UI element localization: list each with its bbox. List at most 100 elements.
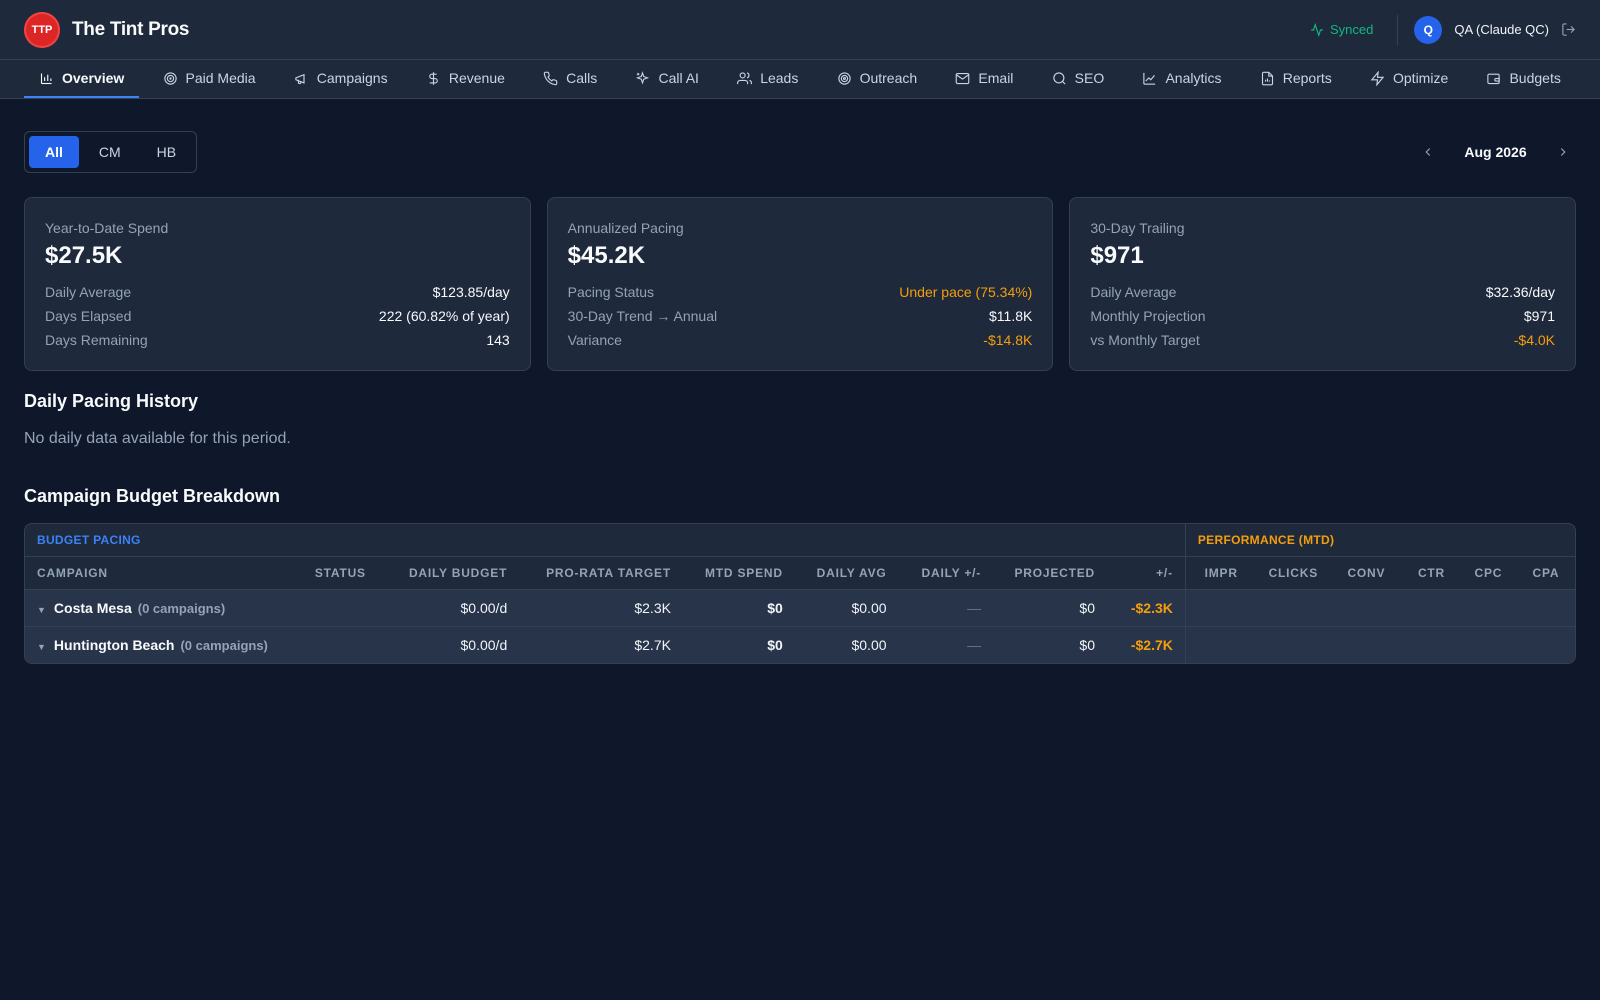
users-icon	[737, 71, 753, 84]
tab-outreach[interactable]: Outreach	[822, 60, 933, 98]
row-value: $971	[1523, 308, 1556, 324]
col-mtd-spend[interactable]: MTD SPEND	[682, 556, 795, 590]
col-diff[interactable]: +/-	[1107, 556, 1186, 590]
tab-email[interactable]: Email	[940, 60, 1028, 98]
tab-label: Overview	[62, 70, 125, 86]
col-cpa[interactable]: CPA	[1516, 556, 1575, 590]
col-projected[interactable]: PROJECTED	[993, 556, 1107, 590]
current-month: Aug 2026	[1464, 144, 1527, 160]
budget-breakdown-table: BUDGET PACING PERFORMANCE (MTD) CAMPAIGN…	[24, 523, 1576, 664]
next-month-button[interactable]	[1556, 145, 1570, 159]
expand-caret-icon[interactable]: ▼	[37, 605, 46, 615]
card-row: Pacing Status Under pace (75.34%)	[568, 280, 1033, 304]
user-menu[interactable]: Q QA (Claude QC)	[1398, 15, 1576, 44]
tab-leads[interactable]: Leads	[722, 60, 813, 98]
search-icon	[1052, 71, 1066, 85]
tab-label: Calls	[566, 70, 598, 86]
row-value: 222 (60.82% of year)	[378, 308, 510, 324]
brand-logo[interactable]: TTP	[24, 11, 60, 48]
chevron-left-icon	[1425, 148, 1431, 156]
tab-revenue[interactable]: Revenue	[411, 60, 520, 98]
col-cpc[interactable]: CPC	[1459, 556, 1517, 590]
mail-icon	[956, 72, 970, 84]
row-label: Days Elapsed	[45, 308, 132, 324]
trailing-30-day-card: 30-Day Trailing $971 Daily Average $32.36…	[1069, 197, 1577, 371]
ctr-cell	[1403, 626, 1460, 663]
col-ctr[interactable]: CTR	[1403, 556, 1460, 590]
campaign-cell[interactable]: ▼ Costa Mesa (0 campaigns)	[25, 589, 295, 627]
impr-cell	[1184, 626, 1257, 663]
line-chart-icon	[1143, 72, 1156, 85]
card-row: Variance -$14.8K	[568, 328, 1033, 352]
tab-label: Analytics	[1165, 70, 1222, 86]
tab-campaigns[interactable]: Campaigns	[279, 60, 403, 98]
col-daily-avg[interactable]: DAILY AVG	[794, 556, 899, 590]
tab-analytics[interactable]: Analytics	[1127, 60, 1236, 98]
col-daily-diff[interactable]: DAILY +/-	[898, 556, 994, 590]
daily-avg-cell: $0.00	[794, 626, 899, 663]
dollar-icon	[429, 71, 438, 85]
filter-cm-button[interactable]: CM	[83, 136, 137, 168]
column-group-row: BUDGET PACING PERFORMANCE (MTD)	[25, 524, 1575, 557]
expand-caret-icon[interactable]: ▼	[37, 642, 46, 652]
col-clicks[interactable]: CLICKS	[1256, 556, 1330, 590]
col-daily-budget[interactable]: DAILY BUDGET	[377, 556, 520, 590]
col-pro-rata-target[interactable]: PRO-RATA TARGET	[519, 556, 683, 590]
row-label: Pacing Status	[567, 284, 655, 300]
col-status[interactable]: STATUS	[294, 556, 378, 590]
mtd-spend-cell: $0	[682, 626, 795, 663]
tab-label: Campaigns	[316, 70, 388, 86]
prev-month-button[interactable]	[1421, 145, 1435, 159]
tab-label: Outreach	[859, 70, 918, 86]
card-value: $45.2K	[567, 242, 646, 269]
table-row[interactable]: ▼ Costa Mesa (0 campaigns) $0.00/d $2.3K $…	[25, 589, 1575, 627]
filter-all-button[interactable]: All	[29, 136, 79, 168]
tab-calls[interactable]: Calls	[528, 60, 612, 98]
main-nav: Overview Paid Media Campaigns Revenue Ca…	[0, 60, 1600, 99]
logout-button[interactable]	[1561, 22, 1576, 37]
chevron-right-icon	[1560, 148, 1566, 156]
target-diff-value: -$4.0K	[1513, 332, 1556, 348]
row-label: Days Remaining	[45, 332, 148, 348]
card-value: $27.5K	[45, 242, 123, 269]
col-impr[interactable]: IMPR	[1184, 556, 1257, 590]
card-row: Daily Average $123.85/day	[45, 280, 510, 304]
tab-reports[interactable]: Reports	[1245, 60, 1347, 98]
tab-call-ai[interactable]: Call AI	[620, 60, 713, 98]
tab-label: Call AI	[658, 70, 699, 86]
pro-rata-cell: $2.7K	[519, 626, 683, 663]
main-content: All CM HB Aug 2026 Year-to-Date Spend $2…	[0, 99, 1600, 664]
avatar[interactable]: Q	[1414, 15, 1443, 44]
budget-pacing-group: BUDGET PACING	[25, 524, 1186, 557]
col-conv[interactable]: CONV	[1329, 556, 1403, 590]
daily-budget-cell: $0.00/d	[377, 589, 520, 627]
tab-optimize[interactable]: Optimize	[1355, 60, 1463, 98]
row-value: $11.8K	[989, 308, 1033, 324]
filter-hb-button[interactable]: HB	[141, 136, 192, 168]
row-label: vs Monthly Target	[1090, 332, 1200, 348]
tab-overview[interactable]: Overview	[24, 60, 140, 98]
wallet-icon	[1487, 73, 1501, 84]
daily-history-title: Daily Pacing History	[24, 391, 199, 411]
projected-cell: $0	[993, 626, 1107, 663]
tab-label: Optimize	[1393, 70, 1449, 86]
impr-cell	[1184, 589, 1257, 627]
col-campaign[interactable]: CAMPAIGN	[25, 556, 295, 590]
card-label: 30-Day Trailing	[1090, 220, 1185, 236]
mtd-spend-cell: $0	[682, 589, 795, 627]
ctr-cell	[1403, 589, 1460, 627]
variance-value: -$14.8K	[983, 332, 1033, 348]
tab-paid-media[interactable]: Paid Media	[148, 60, 271, 98]
megaphone-icon	[295, 73, 305, 84]
cpa-cell	[1516, 589, 1575, 627]
table-row[interactable]: ▼ Huntington Beach (0 campaigns) $0.00/d $…	[25, 626, 1575, 663]
tab-seo[interactable]: SEO	[1037, 60, 1120, 98]
cpc-cell	[1459, 589, 1517, 627]
campaign-cell[interactable]: ▼ Huntington Beach (0 campaigns)	[25, 626, 295, 663]
cpa-cell	[1516, 626, 1575, 663]
logout-icon	[1562, 23, 1575, 36]
campaign-count: (0 campaigns)	[180, 637, 268, 653]
tab-budgets[interactable]: Budgets	[1471, 60, 1575, 98]
clicks-cell	[1256, 589, 1330, 627]
user-name[interactable]: QA (Claude QC)	[1454, 22, 1549, 37]
